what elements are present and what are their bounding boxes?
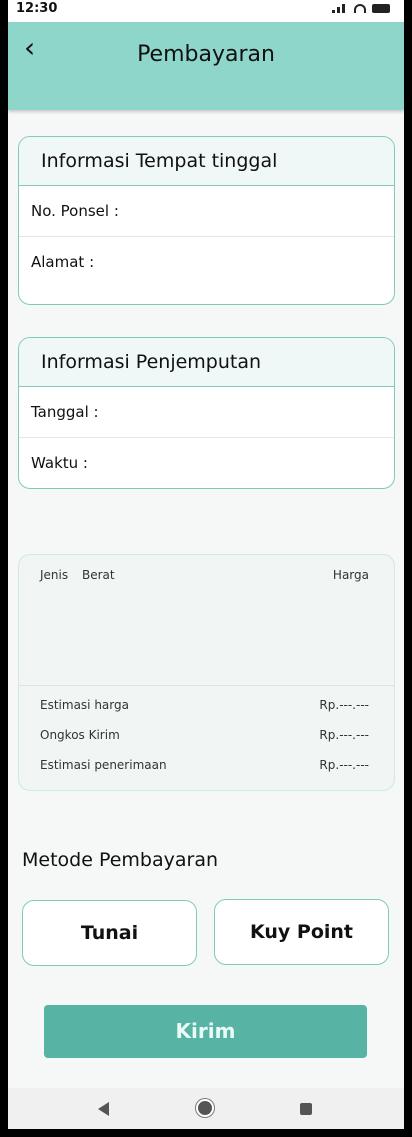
summary-header: Jenis Berat Harga — [19, 555, 394, 686]
signal-icon — [332, 4, 348, 13]
wifi-icon — [354, 4, 366, 13]
nav-home-icon[interactable] — [198, 1101, 212, 1115]
residence-title: Informasi Tempat tinggal — [19, 137, 394, 186]
app-bar: ‹ Pembayaran — [8, 22, 404, 110]
nav-recent-icon[interactable] — [300, 1103, 312, 1115]
estimated-price-value: Rp.---.--- — [319, 698, 369, 712]
shipping-cost-label: Ongkos Kirim — [40, 728, 120, 742]
nav-back-icon[interactable] — [98, 1102, 109, 1116]
pickup-card: Informasi Penjemputan Tanggal : Waktu : — [18, 337, 395, 489]
status-icons — [332, 4, 390, 13]
pickup-time-field[interactable]: Waktu : — [19, 438, 394, 488]
estimated-receipt-label: Estimasi penerimaan — [40, 758, 167, 772]
order-summary: Jenis Berat Harga Estimasi harga Rp.---.… — [18, 554, 395, 791]
page-title: Pembayaran — [137, 42, 275, 67]
col-price-label: Harga — [332, 568, 369, 582]
cash-payment-button[interactable]: Tunai — [22, 900, 197, 966]
system-nav-bar — [8, 1088, 404, 1129]
estimated-price-label: Estimasi harga — [40, 698, 129, 712]
summary-row: Estimasi penerimaan Rp.---.--- — [19, 746, 394, 776]
estimated-receipt-value: Rp.---.--- — [319, 758, 369, 772]
submit-button[interactable]: Kirim — [44, 1005, 367, 1058]
shipping-cost-value: Rp.---.--- — [319, 728, 369, 742]
phone-screen: 12:30 ‹ Pembayaran Informasi Tempat ting… — [8, 0, 404, 1129]
phone-field[interactable]: No. Ponsel : — [19, 186, 394, 237]
pickup-date-field[interactable]: Tanggal : — [19, 387, 394, 438]
summary-row: Ongkos Kirim Rp.---.--- — [19, 716, 394, 746]
payment-method-title: Metode Pembayaran — [22, 849, 219, 871]
col-type-label: Jenis — [40, 568, 69, 582]
pickup-title: Informasi Penjemputan — [19, 338, 394, 387]
summary-row: Estimasi harga Rp.---.--- — [19, 686, 394, 716]
col-weight-label: Berat — [82, 568, 115, 582]
residence-card: Informasi Tempat tinggal No. Ponsel : Al… — [18, 136, 395, 305]
status-bar: 12:30 — [8, 0, 404, 22]
status-time: 12:30 — [16, 1, 58, 16]
kuy-point-payment-button[interactable]: Kuy Point — [214, 899, 389, 965]
battery-icon — [372, 4, 390, 13]
address-field[interactable]: Alamat : — [19, 237, 394, 287]
